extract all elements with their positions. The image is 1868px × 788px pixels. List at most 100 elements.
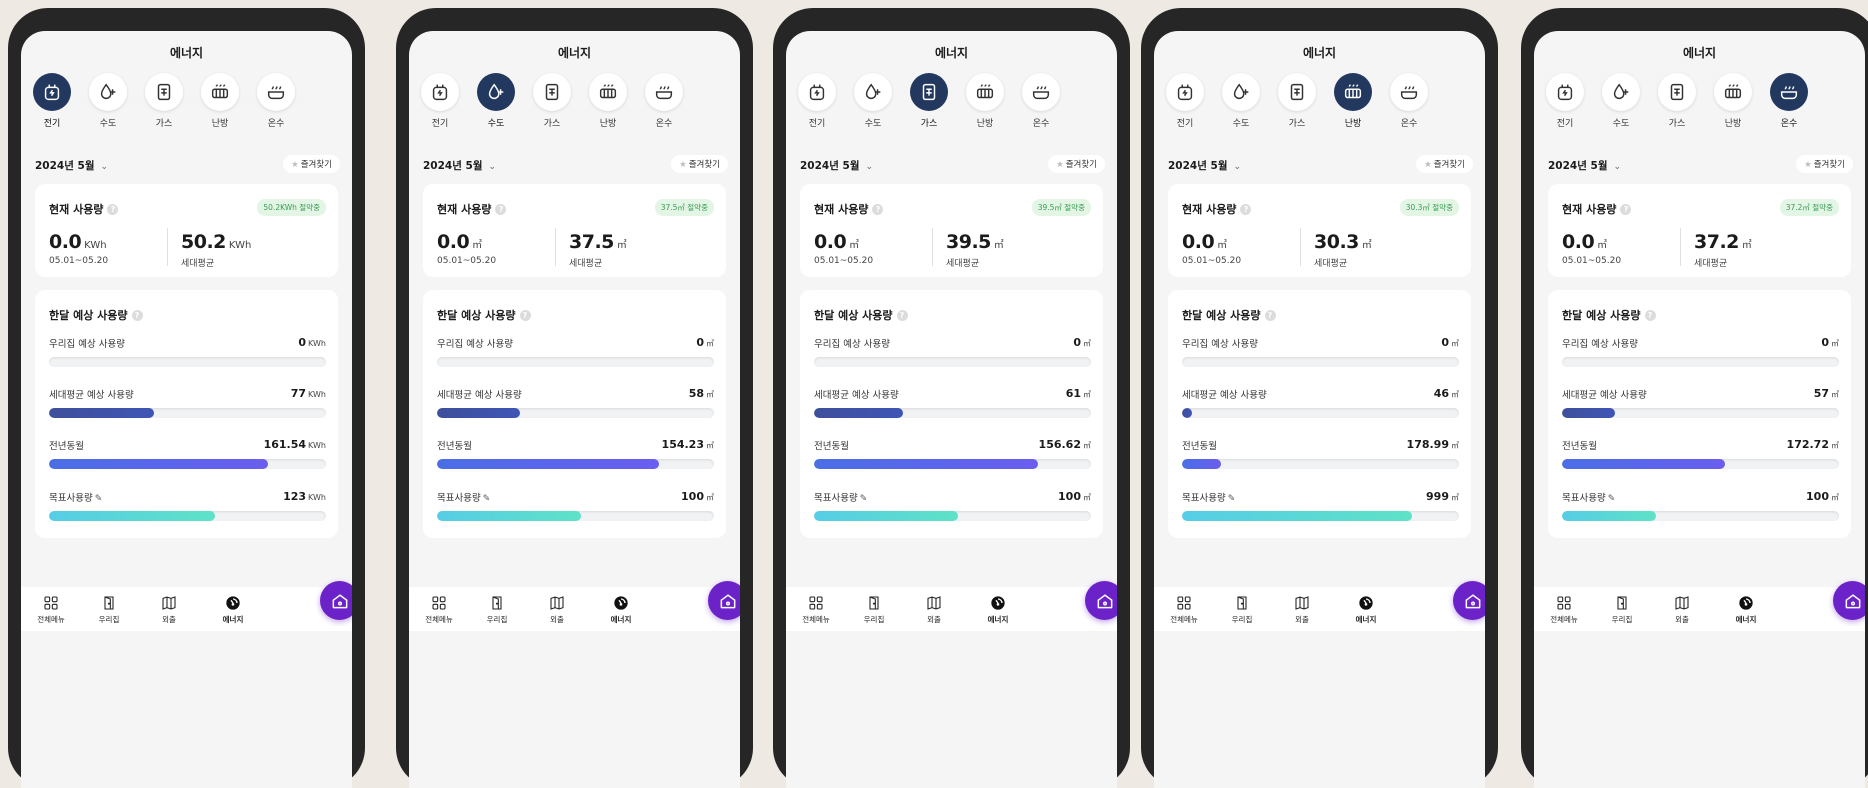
floating-home-button[interactable] [1085, 581, 1117, 620]
category-tab-electricity[interactable]: 전기 [24, 73, 80, 129]
tab-door[interactable]: 우리집 [844, 595, 904, 625]
tab-grid-menu[interactable]: 전체메뉴 [786, 595, 846, 625]
category-tab-gas[interactable]: 가스 [1649, 73, 1705, 129]
floating-home-button[interactable] [1833, 581, 1865, 620]
map-icon [904, 595, 964, 611]
help-icon[interactable]: ? [519, 310, 531, 321]
floating-home-button[interactable] [320, 581, 352, 620]
forecast-row-mine: 우리집 예상 사용량 0 ㎥ [814, 336, 1091, 376]
tab-door[interactable]: 우리집 [467, 595, 527, 625]
tab-grid-menu[interactable]: 전체메뉴 [1534, 595, 1594, 625]
forecast-row-label[interactable]: 목표사용량 ✎ [814, 490, 867, 504]
my-usage-value: 0.0 ㎥ [1562, 231, 1607, 253]
forecast-label-text: 전년동월 [1182, 441, 1217, 452]
month-selector[interactable]: 2024년 5월 ⌄ [1548, 158, 1621, 173]
help-icon[interactable]: ? [896, 310, 908, 321]
help-icon[interactable]: ? [1264, 310, 1276, 321]
favorites-button[interactable]: ★ 즐겨찾기 [283, 155, 340, 173]
tab-energy-gauge[interactable]: 에너지 [591, 595, 651, 625]
forecast-row-label[interactable]: 목표사용량 ✎ [437, 490, 490, 504]
tab-map[interactable]: 외출 [139, 595, 199, 625]
favorites-button[interactable]: ★ 즐겨찾기 [1048, 155, 1105, 173]
forecast-row-label[interactable]: 목표사용량 ✎ [1562, 490, 1615, 504]
usage-unit: ㎥ [1831, 441, 1839, 450]
help-icon[interactable]: ? [1644, 310, 1656, 321]
tab-door[interactable]: 우리집 [1592, 595, 1652, 625]
category-tab-hot-water[interactable]: 온수 [636, 73, 692, 129]
category-tab-water[interactable]: 수도 [468, 73, 524, 129]
help-icon[interactable]: ? [872, 204, 884, 215]
category-tab-heating[interactable]: 난방 [1705, 73, 1761, 129]
category-tab-gas[interactable]: 가스 [524, 73, 580, 129]
forecast-label-text: 목표사용량 [814, 493, 858, 504]
usage-unit: KWh [84, 240, 107, 251]
progress-track [49, 408, 326, 418]
tab-map[interactable]: 외출 [527, 595, 587, 625]
tab-map[interactable]: 외출 [1652, 595, 1712, 625]
monthly-forecast-label: 한달 예상 사용량 [814, 309, 893, 322]
forecast-row-label[interactable]: 목표사용량 ✎ [1182, 490, 1235, 504]
tab-grid-menu[interactable]: 전체메뉴 [409, 595, 469, 625]
forecast-row-last: 전년동월 156.62 ㎥ [814, 438, 1091, 478]
category-tab-water[interactable]: 수도 [1593, 73, 1649, 129]
month-selector[interactable]: 2024년 5월 ⌄ [423, 158, 496, 173]
tab-grid-menu[interactable]: 전체메뉴 [21, 595, 81, 625]
forecast-row-value: 172.72 ㎥ [1787, 438, 1839, 451]
category-tab-hot-water[interactable]: 온수 [1381, 73, 1437, 129]
category-tab-water[interactable]: 수도 [80, 73, 136, 129]
current-usage-label: 현재 사용량 [1182, 203, 1237, 216]
tab-energy-gauge[interactable]: 에너지 [1336, 595, 1396, 625]
category-tab-heating[interactable]: 난방 [192, 73, 248, 129]
category-tab-electricity[interactable]: 전기 [1537, 73, 1593, 129]
edit-pencil-icon[interactable]: ✎ [1608, 494, 1616, 504]
category-tab-heating[interactable]: 난방 [1325, 73, 1381, 129]
tab-energy-gauge[interactable]: 에너지 [968, 595, 1028, 625]
category-tab-electricity[interactable]: 전기 [1157, 73, 1213, 129]
category-tab-gas[interactable]: 가스 [901, 73, 957, 129]
category-tab-heating[interactable]: 난방 [957, 73, 1013, 129]
category-tab-electricity[interactable]: 전기 [789, 73, 845, 129]
edit-pencil-icon[interactable]: ✎ [1228, 494, 1236, 504]
category-tab-hot-water[interactable]: 온수 [1013, 73, 1069, 129]
category-tab-water[interactable]: 수도 [1213, 73, 1269, 129]
tab-energy-gauge[interactable]: 에너지 [1716, 595, 1776, 625]
edit-pencil-icon[interactable]: ✎ [860, 494, 868, 504]
favorites-button[interactable]: ★ 즐겨찾기 [1416, 155, 1473, 173]
tab-door[interactable]: 우리집 [79, 595, 139, 625]
edit-pencil-icon[interactable]: ✎ [95, 494, 103, 504]
my-usage-number: 0.0 [437, 231, 470, 253]
tab-door[interactable]: 우리집 [1212, 595, 1272, 625]
tab-map[interactable]: 외출 [904, 595, 964, 625]
category-tab-gas[interactable]: 가스 [1269, 73, 1325, 129]
period-label: 05.01~05.20 [437, 256, 497, 266]
category-tab-hot-water[interactable]: 온수 [248, 73, 304, 129]
help-icon[interactable]: ? [1620, 204, 1632, 215]
phone-frame: 에너지 전기 수도 가스 난방 온수 2024년 5월 ⌄ ★ 즐겨찾기 현재 사용량? 37.2㎥ … [1521, 8, 1868, 788]
tab-energy-gauge[interactable]: 에너지 [203, 595, 263, 625]
help-icon[interactable]: ? [1240, 204, 1252, 215]
tab-grid-menu[interactable]: 전체메뉴 [1154, 595, 1214, 625]
edit-pencil-icon[interactable]: ✎ [483, 494, 491, 504]
floating-home-button[interactable] [1453, 581, 1485, 620]
help-icon[interactable]: ? [107, 204, 119, 215]
tab-label: 전체메뉴 [802, 615, 830, 624]
tab-map[interactable]: 외출 [1272, 595, 1332, 625]
bottom-tab-bar: 전체메뉴 우리집 외출 에너지 [409, 587, 740, 631]
usage-unit: ㎥ [1361, 240, 1372, 251]
favorites-button[interactable]: ★ 즐겨찾기 [1796, 155, 1853, 173]
month-selector[interactable]: 2024년 5월 ⌄ [1168, 158, 1241, 173]
current-usage-card: 현재 사용량? 37.5㎥ 절약중 0.0 ㎥ 37.5 ㎥ 05.01~05.20 세대평균 [423, 184, 726, 277]
category-tab-electricity[interactable]: 전기 [412, 73, 468, 129]
category-tab-gas[interactable]: 가스 [136, 73, 192, 129]
category-tab-water[interactable]: 수도 [845, 73, 901, 129]
month-selector[interactable]: 2024년 5월 ⌄ [35, 158, 108, 173]
month-selector[interactable]: 2024년 5월 ⌄ [800, 158, 873, 173]
forecast-row-label[interactable]: 목표사용량 ✎ [49, 490, 102, 504]
floating-home-button[interactable] [708, 581, 740, 620]
grid-menu-icon [1154, 595, 1214, 611]
favorites-button[interactable]: ★ 즐겨찾기 [671, 155, 728, 173]
category-tab-hot-water[interactable]: 온수 [1761, 73, 1817, 129]
category-tab-heating[interactable]: 난방 [580, 73, 636, 129]
help-icon[interactable]: ? [131, 310, 143, 321]
help-icon[interactable]: ? [495, 204, 507, 215]
